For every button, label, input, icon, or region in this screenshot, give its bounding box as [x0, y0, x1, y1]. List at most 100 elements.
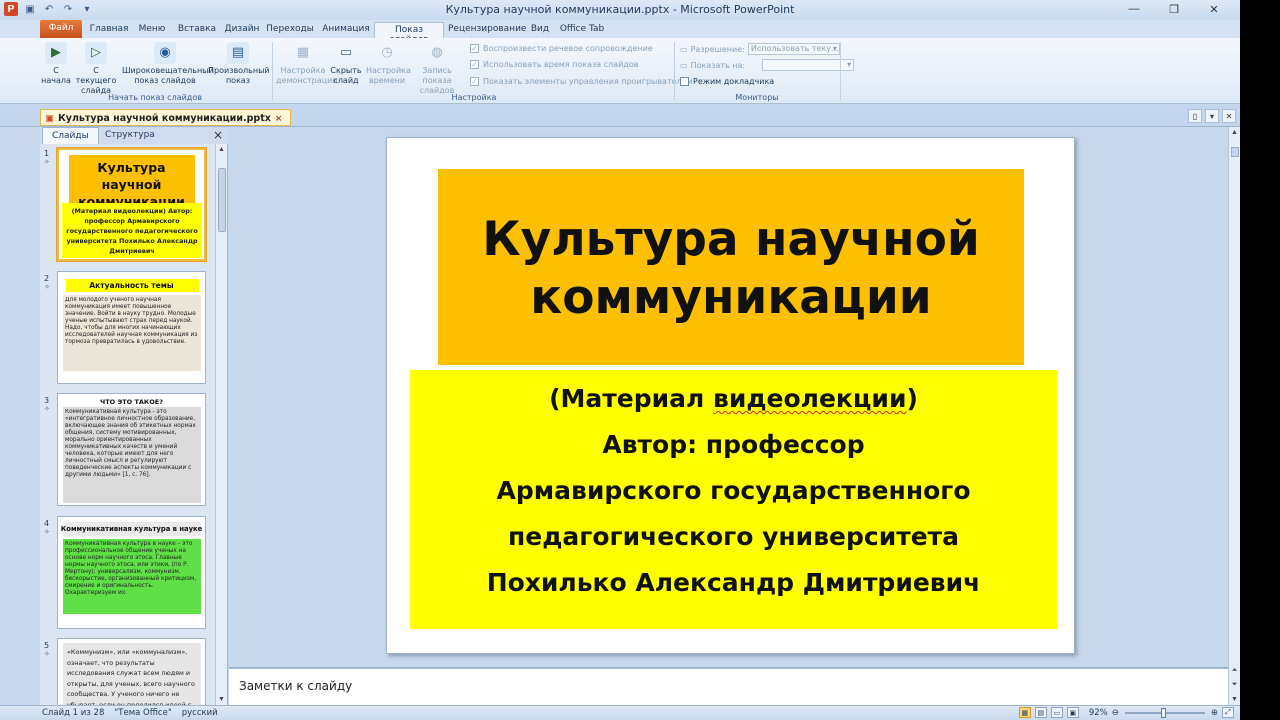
slide-number: 5 ✧ [44, 642, 50, 659]
zoom-slider-knob[interactable] [1160, 707, 1166, 718]
slide-sorter-icon[interactable]: ▤ [1034, 707, 1047, 718]
scroll-up-icon[interactable]: ▲ [1229, 129, 1240, 136]
tab-transitions[interactable]: Переходы [264, 22, 316, 38]
monitor-icon: ▭ [680, 60, 688, 70]
scroll-thumb[interactable] [1231, 147, 1239, 157]
zoom-in-icon[interactable]: ⊕ [1211, 708, 1218, 718]
close-window-button[interactable]: ✕ [1194, 0, 1234, 18]
use-timings-checkbox[interactable]: ✓ Использовать время показа слайдов [470, 60, 638, 69]
show-controls-label: Показать элементы управления проигрывате… [483, 77, 693, 86]
setup-show-label: Настройка демонстрации [276, 66, 338, 85]
slideshow-current-icon: ▷ [85, 42, 107, 64]
slide-title-box[interactable]: Культура научной коммуникации [438, 169, 1024, 365]
slide-thumbnail-2[interactable]: Актуальность темы Для молодого ученого н… [57, 271, 206, 384]
document-tab[interactable]: ▣ Культура научной коммуникации.pptx × [40, 109, 292, 126]
minimize-button[interactable]: — [1114, 0, 1154, 18]
tab-animations[interactable]: Анимация [320, 22, 372, 38]
setup-show-button[interactable]: ▦ Настройка демонстрации [276, 42, 338, 86]
slide-thumbnails: 1 ✧ Культура научной коммуникации (Матери… [40, 144, 216, 705]
status-left: Слайд 1 из 28 "Тема Office" русский [42, 708, 218, 718]
zoom-out-icon[interactable]: ⊖ [1112, 708, 1119, 718]
custom-show-icon: ▤ [227, 42, 249, 64]
hide-slide-label: Скрыть слайд [330, 66, 362, 85]
tab-slides[interactable]: Слайды [42, 127, 99, 144]
transition-icon: ✧ [44, 528, 50, 536]
show-on-dropdown[interactable]: ▭ Показать на: [680, 59, 855, 71]
slide-number: 2 ✧ [44, 275, 50, 292]
zoom-level[interactable]: 92% [1089, 708, 1108, 718]
normal-view-icon[interactable]: ▦ [1018, 707, 1031, 718]
scroll-up-icon[interactable]: ▲ [216, 146, 227, 153]
broadcast-label: Широковещательный показ слайдов [122, 66, 214, 85]
transition-icon: ✧ [44, 405, 50, 413]
record-show-button[interactable]: ◍ Запись показа слайдов [408, 42, 466, 96]
notes-pane[interactable]: Заметки к слайду [229, 667, 1228, 705]
main-vertical-scrollbar[interactable]: ▲ ⏶ ⏷ ▼ [1228, 127, 1240, 705]
slide-subtitle-box[interactable]: (Материал видеолекции) Автор: профессор … [410, 370, 1057, 629]
tab-file[interactable]: Файл [40, 20, 82, 38]
play-narrations-checkbox[interactable]: ✓ Воспроизвести речевое сопровождение [470, 44, 653, 53]
close-pane-icon[interactable]: × [213, 128, 223, 142]
from-start-button[interactable]: ▶ С начала [40, 42, 72, 86]
tab-view[interactable]: Вид [526, 22, 554, 38]
reading-view-icon[interactable]: ▭ [1050, 707, 1063, 718]
group-label-setup: Настройка [451, 93, 497, 102]
checkbox-mark: ✓ [470, 77, 479, 86]
rehearse-timings-button[interactable]: ◷ Настройка времени [366, 42, 411, 86]
checkbox-mark [680, 77, 689, 86]
close-document-icon[interactable]: × [275, 114, 283, 124]
tab-review[interactable]: Рецензирование [448, 22, 526, 38]
tab-office-tab[interactable]: Office Tab [558, 22, 606, 38]
next-slide-icon[interactable]: ⏷ [1229, 681, 1240, 689]
tab-menu[interactable]: Меню [134, 22, 170, 38]
show-controls-checkbox[interactable]: ✓ Показать элементы управления проигрыват… [470, 77, 693, 86]
current-slide[interactable]: Культура научной коммуникации (Материал … [386, 137, 1075, 654]
tab-design[interactable]: Дизайн [224, 22, 260, 38]
slideshow-start-icon: ▶ [45, 42, 67, 64]
slide-thumbnail-1[interactable]: Культура научной коммуникации (Материал … [56, 147, 207, 262]
zoom-slider[interactable] [1124, 707, 1205, 718]
misspelled-word: видеолекции [713, 384, 907, 413]
group-label-monitors: Мониторы [735, 93, 779, 102]
theme-name[interactable]: "Тема Office" [114, 708, 171, 718]
thumb-title: Актуальность темы [89, 281, 174, 290]
slide-number-text: 4 [44, 519, 50, 528]
custom-show-label: Произвольный показ [208, 66, 270, 85]
maximize-button[interactable]: ❐ [1154, 0, 1194, 18]
language-indicator[interactable]: русский [182, 708, 218, 718]
tab-home[interactable]: Главная [88, 22, 130, 38]
presenter-view-checkbox[interactable]: Режим докладчика [680, 77, 774, 86]
slide-thumbnail-3[interactable]: ЧТО ЭТО ТАКОЕ? Коммуникативная культура … [57, 393, 206, 506]
slide-number-text: 3 [44, 396, 50, 405]
broadcast-button[interactable]: ◉ Широковещательный показ слайдов [122, 42, 214, 86]
hide-slide-button[interactable]: ▭ Скрыть слайд [330, 42, 362, 86]
slide-thumbnail-4[interactable]: Коммуникативная культура в науке Коммуни… [57, 516, 206, 629]
slide-number-text: 1 [44, 149, 50, 158]
setup-show-icon: ▦ [296, 45, 310, 60]
close-tab-icon[interactable]: ✕ [1222, 109, 1236, 123]
resolution-dropdown[interactable]: ▭ Разрешение: Использовать теку... [680, 43, 840, 55]
scroll-down-icon[interactable]: ▼ [216, 696, 227, 703]
ribbon-slide-show: ▶ С начала ▷ С текущего слайда ◉ Широков… [0, 38, 1240, 104]
slide-thumbnail-5[interactable]: «Коммунизм», или «коммунализм», означает… [57, 638, 206, 705]
tab-insert[interactable]: Вставка [174, 22, 220, 38]
presenter-view-label: Режим докладчика [693, 77, 775, 86]
subtitle-line: Армавирского государственного [496, 476, 971, 505]
new-document-icon[interactable]: ▯ [1188, 109, 1202, 123]
subtitle-line: Автор: профессор [602, 430, 865, 459]
previous-slide-icon[interactable]: ⏶ [1229, 667, 1240, 675]
powerpoint-window: P ▣ ↶ ↷ ▾ Культура научной коммуникации.… [0, 0, 1240, 720]
transition-icon: ✧ [44, 158, 50, 166]
tab-list-icon[interactable]: ▾ [1205, 109, 1219, 123]
slides-pane-scrollbar[interactable]: ▲ ▼ [215, 144, 227, 705]
tab-outline[interactable]: Структура [96, 127, 164, 144]
scroll-thumb[interactable] [218, 168, 226, 232]
custom-show-button[interactable]: ▤ Произвольный показ [208, 42, 270, 86]
use-timings-label: Использовать время показа слайдов [483, 60, 639, 69]
scroll-down-icon[interactable]: ▼ [1229, 696, 1240, 703]
slideshow-view-icon[interactable]: ▣ [1066, 707, 1079, 718]
tab-slide-show[interactable]: Показ слайдов [374, 22, 444, 45]
fit-to-window-icon[interactable]: ⤢ [1222, 707, 1234, 718]
resolution-select[interactable]: Использовать теку... [747, 43, 840, 55]
from-current-button[interactable]: ▷ С текущего слайда [74, 42, 118, 96]
